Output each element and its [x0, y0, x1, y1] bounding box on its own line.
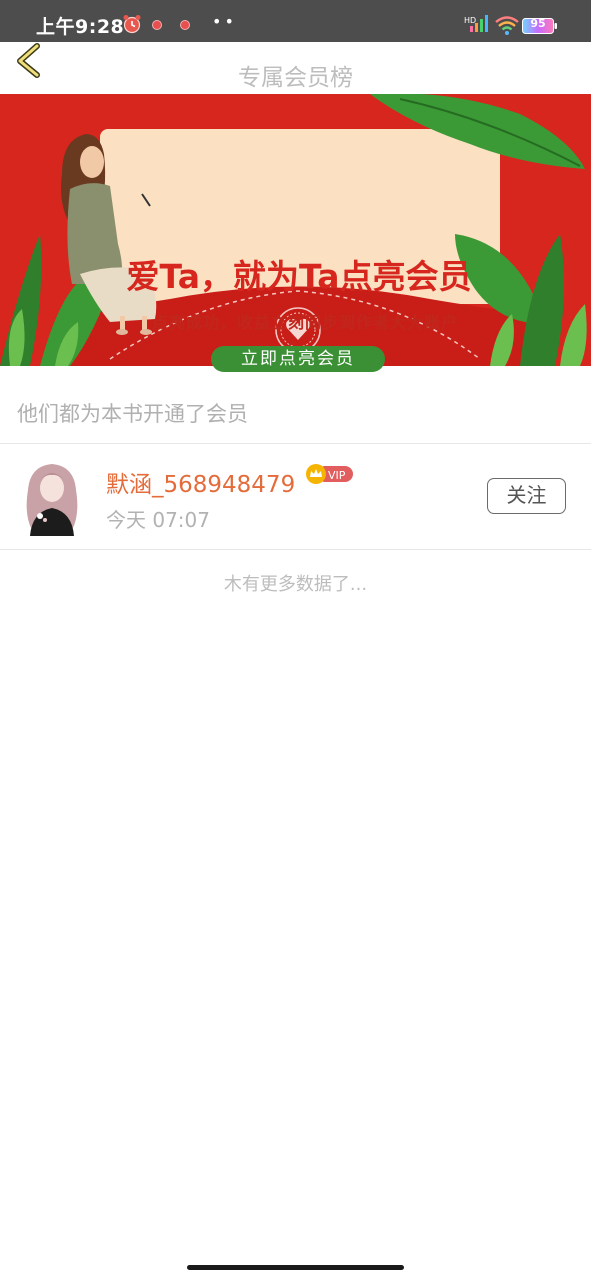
section-title: 他们都为本书开通了会员	[17, 402, 248, 426]
vip-badge-text: VIP	[328, 469, 346, 482]
member-promo-banner[interactable]: 爱Ta，就为Ta点亮会员 点亮成功，收益立刻同步到作者大大账户 立即点亮会员	[0, 94, 591, 372]
banner-subtitle: 点亮成功，收益立刻同步到作者大大账户	[151, 313, 458, 332]
notification-dot-icon	[180, 20, 190, 30]
alarm-icon	[123, 15, 141, 34]
banner-headline: 爱Ta，就为Ta点亮会员	[126, 257, 472, 296]
svg-text:HD: HD	[464, 16, 476, 25]
member-name[interactable]: 默涵_568948479	[106, 465, 295, 499]
follow-button[interactable]: 关注	[487, 478, 566, 514]
member-time: 今天 07:07	[106, 508, 210, 532]
avatar[interactable]	[18, 460, 86, 536]
status-bar: 上午9:28 •• HD 95	[0, 0, 591, 42]
vip-badge: VIP	[306, 464, 353, 484]
more-notifications-icon: ••	[212, 12, 237, 31]
page-title: 专属会员榜	[238, 65, 353, 91]
nav-bar: 专属会员榜	[0, 42, 591, 94]
notification-dot-icon	[152, 20, 162, 30]
wifi-icon	[495, 16, 519, 35]
hd-signal-icon: HD	[464, 15, 488, 32]
divider	[0, 549, 591, 550]
light-up-membership-button[interactable]: 立即点亮会员	[211, 346, 385, 372]
home-indicator[interactable]	[187, 1265, 404, 1270]
battery-level: 95	[530, 17, 546, 30]
status-time: 上午9:28	[36, 16, 125, 38]
member-list-item[interactable]: 默涵_568948479 VIP 今天 07:07 关注	[0, 444, 591, 550]
list-end-text: 木有更多数据了...	[223, 574, 368, 595]
